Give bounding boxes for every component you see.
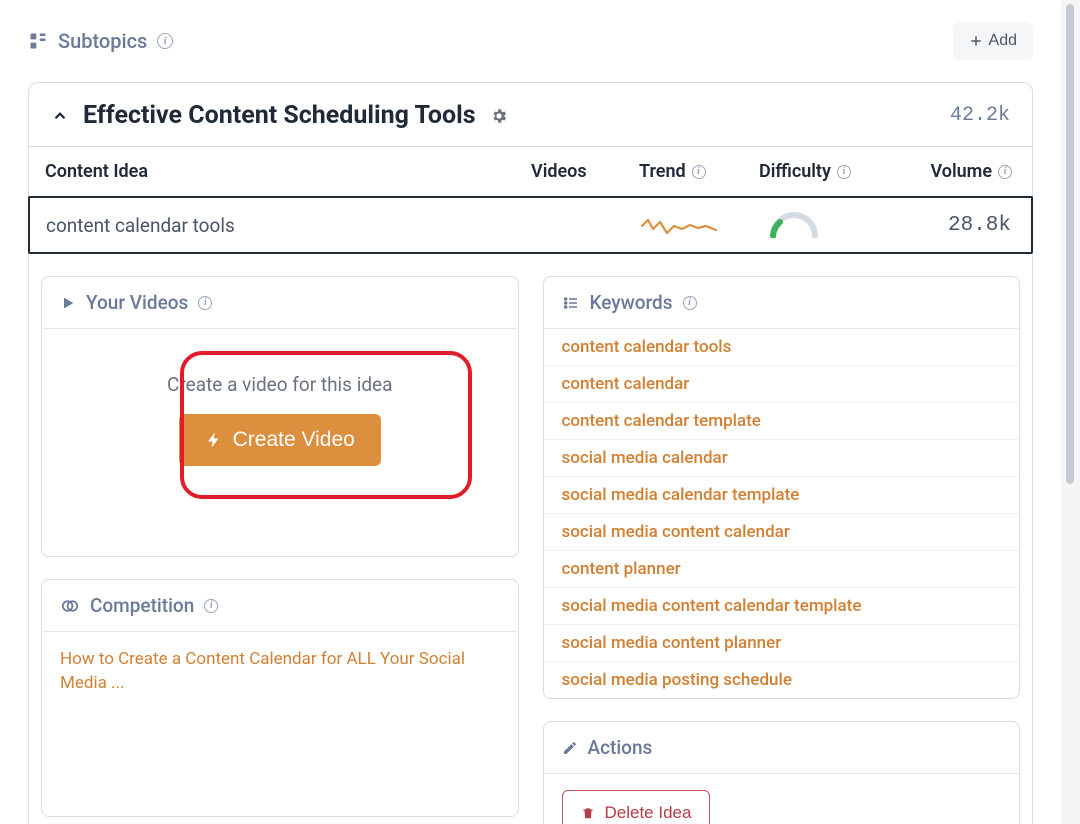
col-videos: Videos: [531, 161, 639, 182]
your-videos-panel: Your Videos i Create a video for this id…: [41, 276, 519, 557]
info-icon[interactable]: i: [198, 296, 212, 310]
table-header: Content Idea Videos Trendi Difficultyi V…: [29, 147, 1032, 196]
delete-idea-button[interactable]: Delete Idea: [562, 790, 711, 824]
create-video-button[interactable]: Create Video: [179, 414, 381, 466]
keyword-item[interactable]: social media calendar: [544, 440, 1020, 477]
actions-panel: Actions Delete Idea: [543, 721, 1021, 824]
competition-item[interactable]: How to Create a Content Calendar for ALL…: [60, 648, 500, 696]
section-title: Subtopics i: [28, 29, 173, 53]
keyword-item[interactable]: content calendar tools: [544, 329, 1020, 366]
delete-label: Delete Idea: [605, 803, 692, 823]
play-icon: [60, 295, 76, 311]
page-scroll[interactable]: Subtopics i Add Effective Content Schedu…: [0, 0, 1061, 824]
actions-body: Delete Idea: [544, 774, 1020, 824]
your-videos-title: Your Videos: [86, 291, 188, 314]
topic-header[interactable]: Effective Content Scheduling Tools 42.2k: [29, 83, 1032, 147]
gear-icon[interactable]: [490, 107, 508, 125]
competition-panel: Competition i How to Create a Content Ca…: [41, 579, 519, 817]
your-videos-header: Your Videos i: [42, 277, 518, 329]
scrollbar[interactable]: [1061, 0, 1080, 824]
col-volume: Volumei: [909, 161, 1020, 182]
col-idea: Content Idea: [41, 161, 531, 182]
info-icon[interactable]: i: [157, 33, 173, 49]
chevron-up-icon: [51, 107, 69, 125]
actions-header: Actions: [544, 722, 1020, 774]
keyword-item[interactable]: content calendar template: [544, 403, 1020, 440]
keywords-panel: Keywords i content calendar tools conten…: [543, 276, 1021, 699]
trend-sparkline: [640, 214, 760, 236]
actions-title: Actions: [588, 736, 653, 759]
topic-title: Effective Content Scheduling Tools: [83, 101, 476, 130]
topic-card: Effective Content Scheduling Tools 42.2k…: [28, 82, 1033, 824]
panels-row: Your Videos i Create a video for this id…: [29, 254, 1032, 824]
topic-count: 42.2k: [950, 104, 1010, 127]
info-icon[interactable]: i: [204, 599, 218, 613]
keywords-list: content calendar tools content calendar …: [544, 329, 1020, 698]
competition-title: Competition: [90, 594, 194, 617]
keyword-item[interactable]: social media content calendar template: [544, 588, 1020, 625]
keyword-item[interactable]: social media content planner: [544, 625, 1020, 662]
section-title-text: Subtopics: [58, 29, 147, 53]
keyword-item[interactable]: social media posting schedule: [544, 662, 1020, 698]
scrollbar-thumb[interactable]: [1066, 4, 1074, 484]
overlap-icon: [60, 598, 80, 614]
your-videos-body: Create a video for this idea Create Vide…: [42, 329, 518, 556]
bolt-icon: [205, 429, 223, 451]
info-icon[interactable]: i: [683, 296, 697, 310]
competition-header: Competition i: [42, 580, 518, 632]
keyword-item[interactable]: social media calendar template: [544, 477, 1020, 514]
competition-body: How to Create a Content Calendar for ALL…: [42, 632, 518, 816]
keywords-title: Keywords: [590, 291, 673, 314]
idea-volume: 28.8k: [910, 214, 1019, 237]
create-video-label: Create Video: [233, 428, 355, 452]
sitemap-icon: [28, 31, 48, 51]
info-icon[interactable]: i: [998, 165, 1012, 179]
add-label: Add: [989, 32, 1017, 50]
list-icon: [562, 295, 580, 311]
info-icon[interactable]: i: [837, 165, 851, 179]
idea-row[interactable]: content calendar tools 28.8k: [28, 196, 1033, 254]
add-button[interactable]: Add: [953, 22, 1033, 60]
keywords-header: Keywords i: [544, 277, 1020, 329]
keyword-item[interactable]: content planner: [544, 551, 1020, 588]
info-icon[interactable]: i: [692, 165, 706, 179]
col-difficulty: Difficultyi: [759, 161, 909, 182]
plus-icon: [969, 34, 983, 48]
create-video-prompt: Create a video for this idea: [167, 373, 392, 396]
keyword-item[interactable]: social media content calendar: [544, 514, 1020, 551]
pencil-icon: [562, 740, 578, 756]
col-trend: Trendi: [639, 161, 759, 182]
trash-icon: [581, 805, 595, 821]
difficulty-gauge: [760, 212, 910, 238]
idea-text: content calendar tools: [42, 214, 532, 237]
keyword-item[interactable]: content calendar: [544, 366, 1020, 403]
section-header: Subtopics i Add: [28, 22, 1033, 60]
